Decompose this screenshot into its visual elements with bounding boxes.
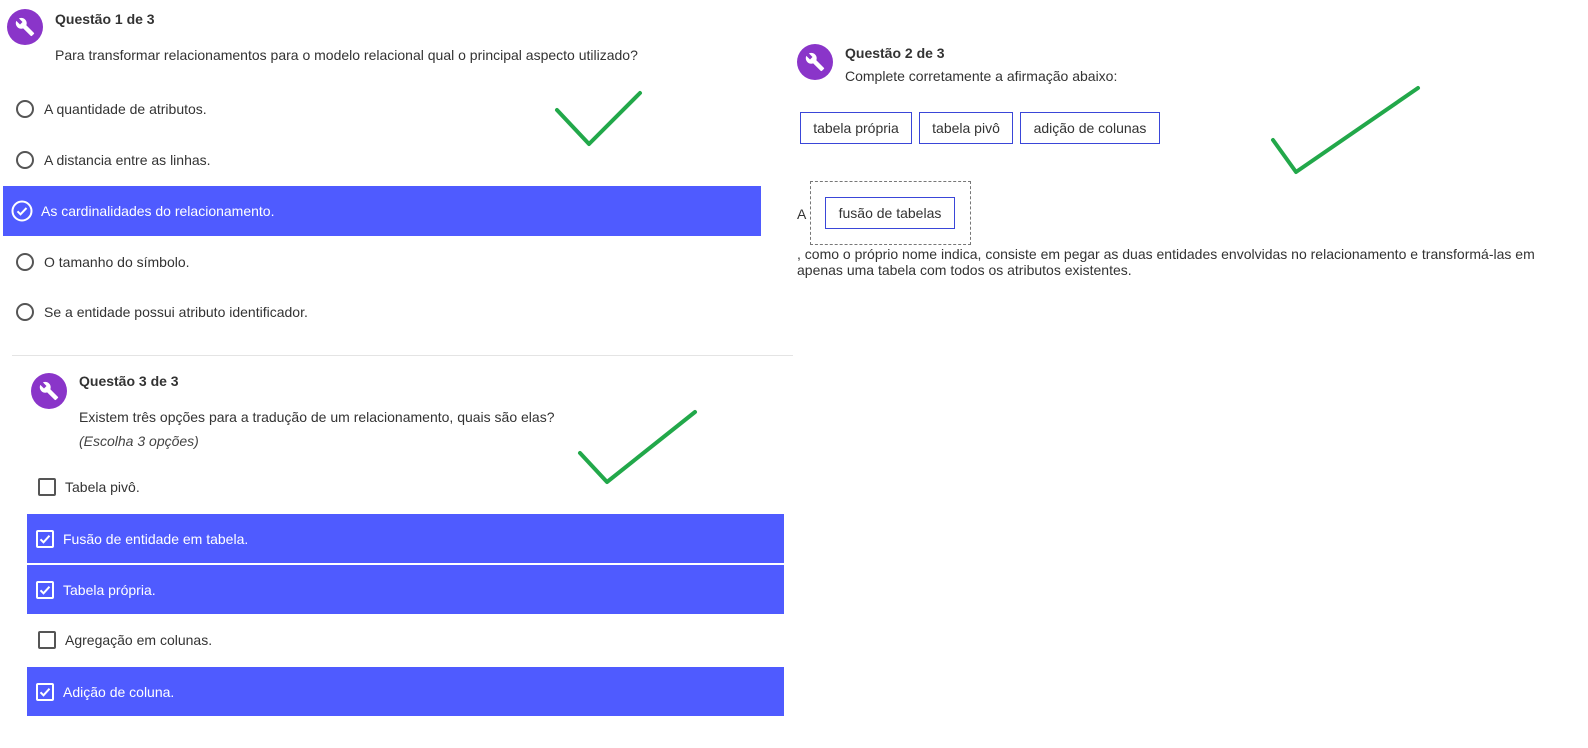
wrench-icon: [31, 373, 67, 409]
radio-icon: [16, 151, 34, 169]
wrench-icon: [7, 9, 43, 45]
chip-adicao-de-colunas[interactable]: adição de colunas: [1020, 112, 1160, 144]
option-label: A quantidade de atributos.: [44, 101, 207, 117]
q1-option-3[interactable]: As cardinalidades do relacionamento.: [3, 186, 761, 236]
checkbox-checked-icon: [36, 529, 54, 548]
q3-option-2[interactable]: Fusão de entidade em tabela.: [27, 514, 784, 563]
option-label: Tabela própria.: [63, 581, 156, 598]
question-3-text: Existem três opções para a tradução de u…: [79, 409, 555, 425]
q3-option-3[interactable]: Tabela própria.: [27, 565, 784, 614]
section-divider: [12, 355, 793, 356]
radio-icon: [16, 303, 34, 321]
question-3-title: Questão 3 de 3: [79, 373, 179, 389]
radio-icon: [16, 100, 34, 118]
q1-option-5[interactable]: Se a entidade possui atributo identifica…: [15, 300, 761, 324]
q3-option-4[interactable]: Agregação em colunas.: [38, 629, 784, 651]
checkbox-icon: [38, 631, 56, 649]
question-1-text: Para transformar relacionamentos para o …: [55, 47, 638, 63]
question-2-text: Complete corretamente a afirmação abaixo…: [845, 68, 1118, 84]
checkbox-icon: [38, 478, 56, 496]
q1-option-1[interactable]: A quantidade de atributos.: [15, 97, 761, 121]
q3-option-5[interactable]: Adição de coluna.: [27, 667, 784, 716]
option-label: A distancia entre as linhas.: [44, 152, 211, 168]
option-label: Se a entidade possui atributo identifica…: [44, 304, 308, 320]
option-label: Tabela pivô.: [65, 479, 140, 495]
question-1-title: Questão 1 de 3: [55, 11, 155, 27]
q1-option-2[interactable]: A distancia entre as linhas.: [15, 148, 761, 172]
q3-option-1[interactable]: Tabela pivô.: [38, 476, 784, 498]
checkbox-checked-icon: [36, 682, 54, 701]
sentence-continuation: , como o próprio nome indica, consiste e…: [797, 246, 1535, 278]
checkmark-annotation-icon: [1271, 86, 1420, 174]
wrench-icon: [797, 44, 833, 80]
sentence-prefix: A: [797, 206, 807, 222]
check-circle-icon: [11, 200, 33, 222]
chip-tabela-propria[interactable]: tabela própria: [800, 112, 912, 144]
question-2-title: Questão 2 de 3: [845, 45, 945, 61]
checkbox-checked-icon: [36, 580, 54, 599]
option-label: Adição de coluna.: [63, 683, 175, 700]
option-label: Fusão de entidade em tabela.: [63, 530, 249, 547]
chip-fusao-de-tabelas[interactable]: fusão de tabelas: [825, 197, 955, 229]
option-label: O tamanho do símbolo.: [44, 254, 190, 270]
q1-option-4[interactable]: O tamanho do símbolo.: [15, 250, 761, 274]
option-label: Agregação em colunas.: [65, 632, 213, 648]
chip-tabela-pivo[interactable]: tabela pivô: [919, 112, 1013, 144]
radio-icon: [16, 253, 34, 271]
checkmark-annotation-icon: [555, 91, 642, 146]
option-label: As cardinalidades do relacionamento.: [41, 203, 275, 219]
question-3-hint: (Escolha 3 opções): [79, 433, 199, 449]
